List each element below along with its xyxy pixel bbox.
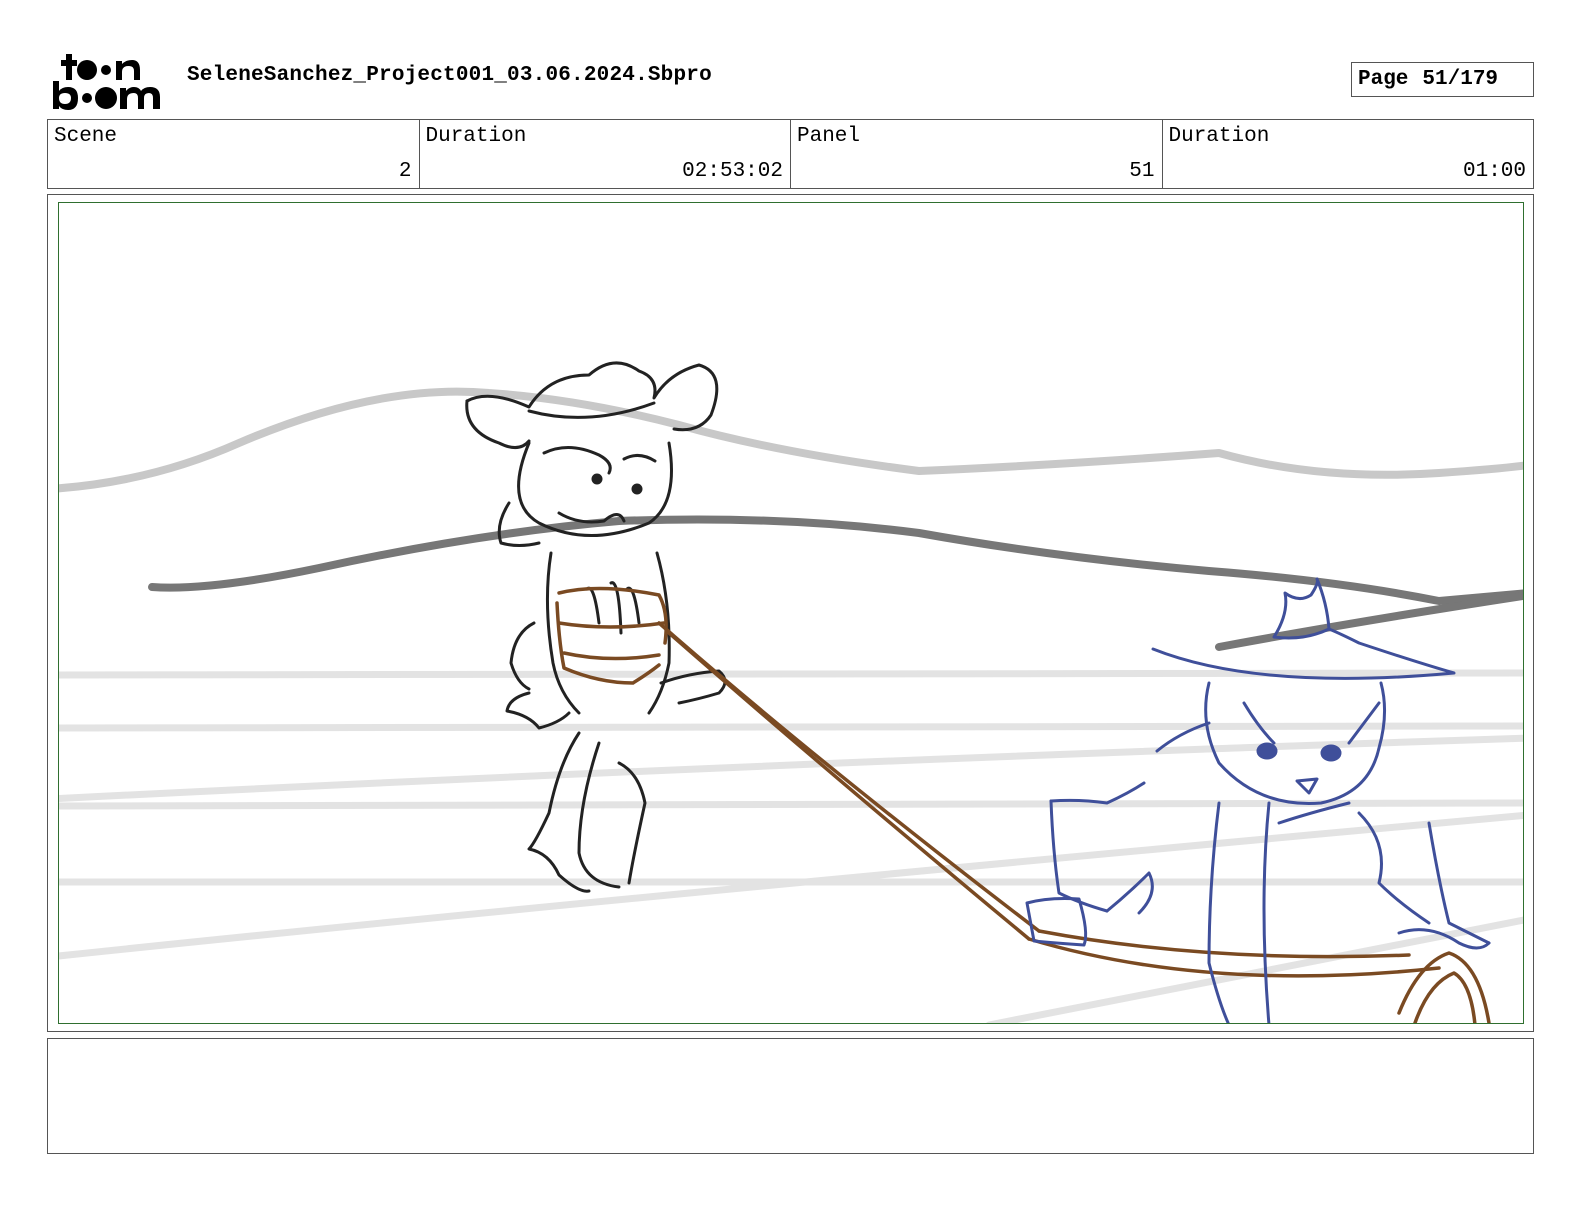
scene-duration-label: Duration: [425, 125, 527, 148]
panel-duration-value: 01:00: [1462, 160, 1526, 183]
page-label: Page: [1358, 68, 1409, 91]
project-title: SeleneSanchez_Project001_03.06.2024.Sbpr…: [187, 64, 712, 87]
scene-cell: Scene 2: [48, 120, 420, 188]
near-hill: [148, 515, 1523, 605]
panel-notes-box: [47, 1038, 1534, 1154]
panel-cell: Panel 51: [791, 120, 1163, 188]
panel-label: Panel: [797, 125, 861, 148]
scene-duration-value: 02:53:02: [682, 160, 783, 183]
panel-duration-cell: Duration 01:00: [1163, 120, 1534, 188]
toon-boom-logo: toon: [50, 50, 164, 112]
page-indicator: Page 51/179: [1351, 62, 1534, 97]
page-number: 51/179: [1422, 68, 1499, 91]
scene-duration-cell: Duration 02:53:02: [420, 120, 791, 188]
panel-duration-label: Duration: [1168, 125, 1270, 148]
fence-rails: [59, 669, 1523, 1023]
panel-value: 51: [1129, 160, 1155, 183]
scene-label: Scene: [54, 125, 118, 148]
storyboard-panel-image: [58, 202, 1524, 1024]
far-hill: [59, 387, 1523, 493]
scene-info-table: Scene 2 Duration 02:53:02 Panel 51 Durat…: [47, 119, 1534, 189]
scene-value: 2: [398, 160, 412, 183]
